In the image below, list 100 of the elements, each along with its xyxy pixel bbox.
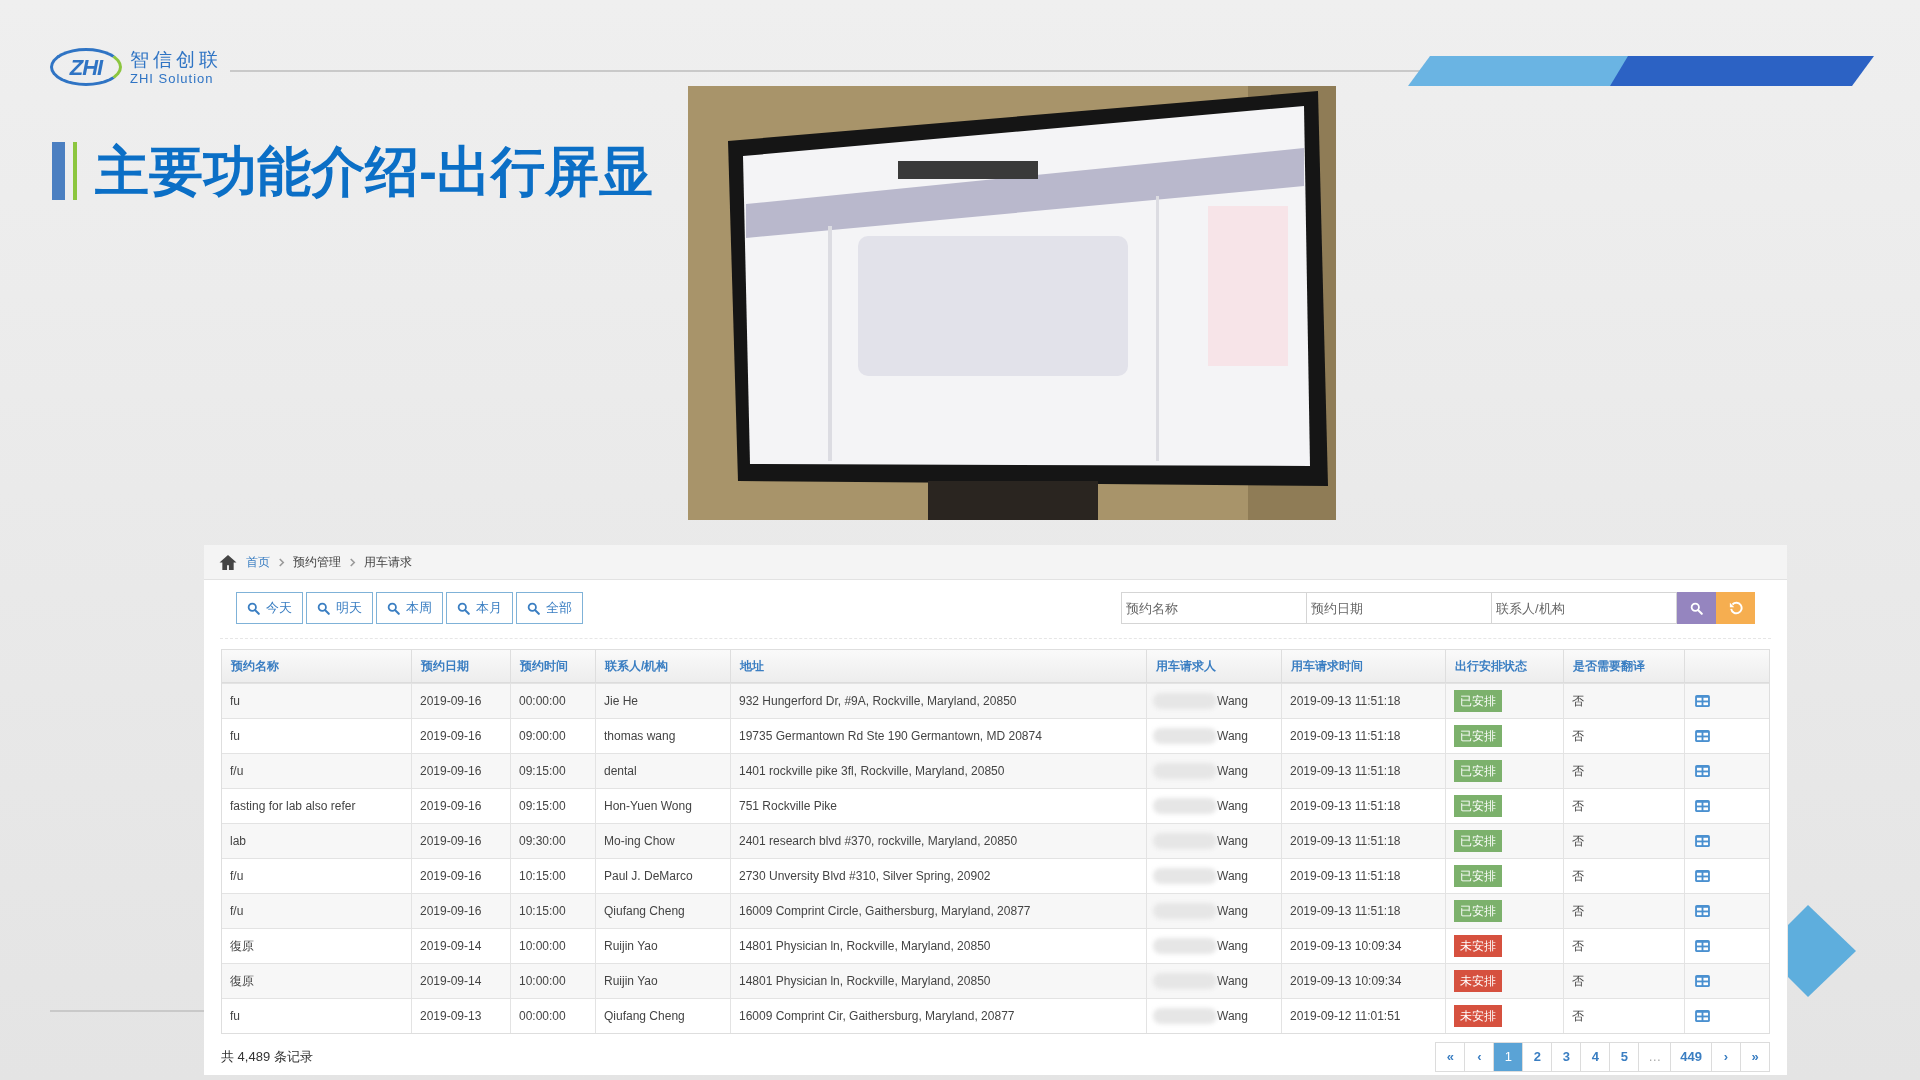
search-button[interactable]	[1677, 592, 1716, 624]
status-badge: 未安排	[1454, 1005, 1502, 1027]
table-icon[interactable]	[1695, 695, 1710, 707]
table-cell-text: thomas wang	[604, 728, 676, 745]
table-cell-text: fu	[230, 693, 240, 710]
column-header: 是否需要翻译	[1564, 650, 1685, 682]
search-icon	[1690, 601, 1703, 615]
search-icon	[457, 601, 470, 615]
redaction-mark	[1153, 798, 1217, 814]
page-button[interactable]: ›	[1711, 1042, 1741, 1072]
table-icon[interactable]	[1695, 905, 1710, 917]
page-button[interactable]: »	[1740, 1042, 1770, 1072]
filter-button[interactable]: 今天	[236, 592, 303, 624]
table-cell-text: Mo-ing Chow	[604, 833, 675, 850]
company-tagline: ZHI Solution	[130, 71, 215, 85]
table-icon[interactable]	[1695, 1010, 1710, 1022]
search-field[interactable]: 预约名称	[1121, 592, 1307, 624]
status-badge: 已安排	[1454, 900, 1502, 922]
table-cell-text: 10:15:00	[519, 868, 566, 885]
table-cell-text: 10:00:00	[519, 938, 566, 955]
redaction-mark	[1153, 728, 1217, 744]
table-cell-text: 復原	[230, 938, 254, 955]
table-cell-text: 2019-09-13 10:09:34	[1290, 938, 1402, 955]
page-button[interactable]: «	[1435, 1042, 1466, 1072]
search-field[interactable]: 联系人/机构	[1491, 592, 1677, 624]
column-header: 预约日期	[412, 650, 511, 682]
redaction-mark	[1153, 1008, 1217, 1024]
redaction-mark	[1153, 938, 1217, 954]
status-badge: 已安排	[1454, 760, 1502, 782]
table-cell-text: 2019-09-16	[420, 868, 482, 885]
title-accent	[73, 142, 77, 200]
breadcrumb-item: 预约管理	[293, 554, 341, 571]
table-icon[interactable]	[1695, 800, 1710, 812]
table-cell-text: 2401 research blvd #370, rockville, Maryland, 20850	[739, 833, 1018, 850]
table-cell-text: Ruijin Yao	[604, 938, 658, 955]
logo-mark: ZHI	[50, 48, 122, 86]
table-cell-text: 2019-09-13 11:51:18	[1290, 903, 1401, 920]
table-cell-text: 16009 Comprint Cir, Gaithersburg, Maryland, 20877	[739, 1008, 1015, 1025]
table-cell-text: 09:15:00	[519, 763, 566, 780]
column-header: 用车请求时间	[1282, 650, 1446, 682]
table-cell-text: 否	[1572, 833, 1584, 850]
status-badge: 已安排	[1454, 865, 1502, 887]
page-button[interactable]: 4	[1580, 1042, 1611, 1072]
page-button[interactable]: ‹	[1464, 1042, 1495, 1072]
status-badge: 未安排	[1454, 935, 1502, 957]
table-icon[interactable]	[1695, 730, 1710, 742]
page-button[interactable]: 449	[1670, 1042, 1712, 1072]
filter-button[interactable]: 全部	[516, 592, 583, 624]
column-header: 出行安排状态	[1446, 650, 1564, 682]
page-button[interactable]: 5	[1609, 1042, 1640, 1072]
table-cell-text: Hon-Yuen Wong	[604, 798, 692, 815]
breadcrumb-link[interactable]: 首页	[246, 553, 270, 571]
table-cell-text: 00:00:00	[519, 1008, 566, 1025]
table-cell-text: 16009 Comprint Circle, Gaithersburg, Maryland, 20877	[739, 903, 1031, 920]
table-icon[interactable]	[1695, 940, 1710, 952]
filter-button[interactable]: 本周	[376, 592, 443, 624]
page-button[interactable]: 1	[1493, 1042, 1524, 1072]
home-icon	[218, 553, 238, 571]
redaction-mark	[1153, 868, 1217, 884]
table-icon[interactable]	[1695, 835, 1710, 847]
table-cell-text: Jie He	[604, 693, 638, 710]
table-cell-text: Qiufang Cheng	[604, 903, 685, 920]
slide-title: 主要功能介绍-出行屏显	[95, 144, 653, 198]
status-badge: 未安排	[1454, 970, 1502, 992]
table-cell-text: 14801 Physician ln, Rockville, Maryland, 20850	[739, 938, 991, 955]
table-icon[interactable]	[1695, 870, 1710, 882]
page-button[interactable]: 3	[1551, 1042, 1582, 1072]
table-cell-text: 2019-09-12 11:01:51	[1290, 1008, 1401, 1025]
filter-button[interactable]: 本月	[446, 592, 513, 624]
table-icon[interactable]	[1695, 975, 1710, 987]
filter-button[interactable]: 明天	[306, 592, 373, 624]
breadcrumb-item: 用车请求	[364, 554, 412, 571]
table-cell-text: f/u	[230, 868, 244, 885]
record-count: 共 4,489 条记录	[221, 1048, 313, 1067]
column-header: 预约名称	[222, 650, 412, 682]
table-cell-text: 14801 Physician ln, Rockville, Maryland, 20850	[739, 973, 991, 990]
table-cell-text: Wang	[1217, 693, 1248, 710]
table-cell-text: Wang	[1217, 728, 1248, 745]
table-cell-text: 2019-09-16	[420, 798, 482, 815]
table-cell-text: 2730 Unversity Blvd #310, Silver Spring, 20902	[739, 868, 991, 885]
table-cell-text: Wang	[1217, 973, 1248, 990]
table-cell-text: 09:00:00	[519, 728, 566, 745]
table-cell-text: 2019-09-16	[420, 833, 482, 850]
page-button[interactable]: 2	[1522, 1042, 1553, 1072]
search-icon	[527, 601, 540, 615]
table-cell-text: fu	[230, 1008, 240, 1025]
table-cell-text: Wang	[1217, 903, 1248, 920]
table-icon[interactable]	[1695, 765, 1710, 777]
table-cell-text: Wang	[1217, 868, 1248, 885]
table-cell-text: 2019-09-13	[420, 1008, 482, 1025]
search-field[interactable]: 预约日期	[1306, 592, 1492, 624]
table-cell-text: Wang	[1217, 938, 1248, 955]
table-cell-text: 否	[1572, 728, 1584, 745]
table-cell-text: Ruijin Yao	[604, 973, 658, 990]
reset-icon	[1728, 601, 1743, 615]
reset-button[interactable]	[1716, 592, 1755, 624]
table-cell-text: 否	[1572, 798, 1584, 815]
table-cell-text: 否	[1572, 868, 1584, 885]
column-header: 预约时间	[511, 650, 596, 682]
table-cell-text: 否	[1572, 938, 1584, 955]
